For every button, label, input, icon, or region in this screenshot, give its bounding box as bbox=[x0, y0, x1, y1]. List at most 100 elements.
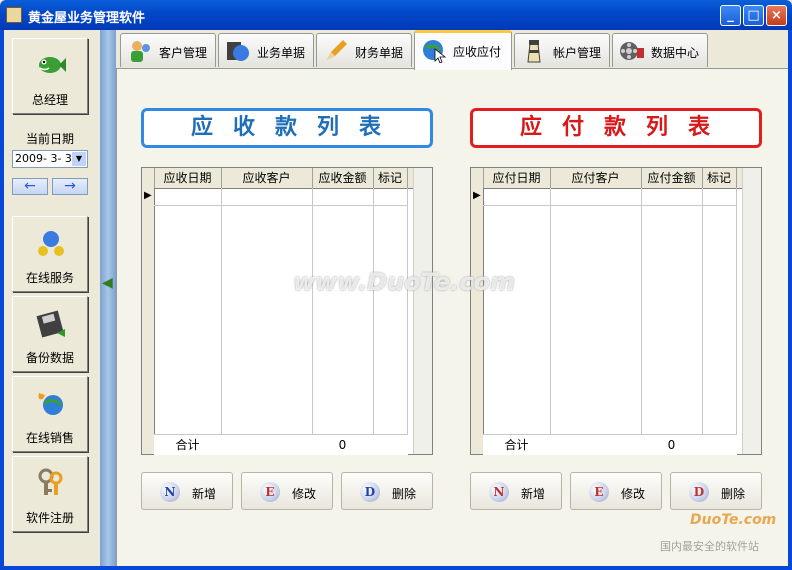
panel-splitter[interactable] bbox=[100, 30, 116, 566]
column-header[interactable]: 标记 bbox=[702, 168, 737, 188]
column-header[interactable]: 应付金额 bbox=[641, 168, 703, 188]
sidebar-item-online-service[interactable]: 在线服务 bbox=[12, 216, 88, 292]
column-header[interactable]: 应收金额 bbox=[312, 168, 374, 188]
receivable-grid[interactable]: 应收日期 应收客户 应收金额 标记 ▶ 合计 0 bbox=[141, 167, 433, 455]
grid-line bbox=[641, 188, 642, 454]
app-icon bbox=[6, 7, 22, 23]
previous-day-button[interactable]: ← bbox=[12, 178, 48, 195]
sidebar-item-label: 备份数据 bbox=[25, 351, 74, 365]
close-button[interactable]: × bbox=[766, 5, 787, 26]
date-label: 当前日期 bbox=[25, 132, 74, 146]
watermark: www.DuoTe.com bbox=[293, 268, 515, 296]
arrow-right-icon: → bbox=[64, 178, 76, 194]
column-header[interactable]: 应付客户 bbox=[550, 168, 642, 188]
column-header[interactable]: 应收日期 bbox=[154, 168, 222, 188]
floppy-disk-icon bbox=[36, 310, 65, 338]
tab-finance-documents[interactable]: 财务单据 bbox=[316, 33, 412, 67]
close-icon: × bbox=[771, 8, 782, 23]
receivable-edit-button[interactable]: E 修改 bbox=[241, 472, 333, 510]
grid-line bbox=[312, 188, 313, 454]
tab-data-center[interactable]: 数据中心 bbox=[612, 33, 708, 67]
delete-letter-icon: D bbox=[360, 482, 380, 502]
row-indicator-column bbox=[471, 188, 484, 454]
grid-scroll-area bbox=[742, 168, 761, 454]
maximize-button[interactable]: □ bbox=[743, 5, 764, 26]
column-header[interactable]: 应付日期 bbox=[483, 168, 551, 188]
online-service-icon bbox=[38, 231, 64, 256]
grid-line bbox=[373, 188, 374, 454]
receivable-add-button[interactable]: N 新增 bbox=[141, 472, 233, 510]
edit-letter-icon: E bbox=[589, 482, 609, 502]
button-label: 新增 bbox=[521, 487, 546, 501]
minimize-button[interactable]: _ bbox=[720, 5, 741, 26]
corner-watermark-text: DuoTe.com bbox=[690, 512, 777, 528]
add-letter-icon: N bbox=[160, 482, 180, 502]
total-amount: 0 bbox=[667, 438, 676, 452]
grid-line bbox=[736, 188, 737, 454]
chevron-down-icon[interactable]: ▼ bbox=[72, 152, 86, 166]
table-row[interactable] bbox=[154, 205, 407, 206]
current-row-pointer-icon: ▶ bbox=[144, 190, 152, 201]
globe-book-icon bbox=[227, 42, 249, 61]
tab-business-documents[interactable]: 业务单据 bbox=[218, 33, 314, 67]
payable-list-title: 应付款列表 bbox=[470, 108, 762, 148]
film-reel-icon bbox=[620, 42, 644, 60]
maximize-icon: □ bbox=[747, 8, 760, 23]
sidebar-item-general-manager[interactable]: 总经理 bbox=[12, 38, 88, 114]
total-amount: 0 bbox=[338, 438, 347, 452]
keys-icon bbox=[38, 468, 63, 495]
corner-watermark: DuoTe.com 国内最安全的软件站 bbox=[660, 492, 788, 558]
fish-icon bbox=[39, 57, 66, 73]
tab-label: 客户管理 bbox=[159, 46, 208, 60]
grid-line bbox=[702, 188, 703, 454]
tab-label: 业务单据 bbox=[257, 46, 306, 60]
current-date-picker[interactable]: 2009- 3- 3 ▼ bbox=[12, 150, 88, 168]
tab-label: 财务单据 bbox=[355, 46, 404, 60]
row-indicator-column bbox=[142, 188, 155, 454]
tab-label: 数据中心 bbox=[651, 46, 700, 60]
grid-footer: 合计 0 bbox=[154, 434, 408, 455]
receivable-delete-button[interactable]: D 删除 bbox=[341, 472, 433, 510]
pencil-icon bbox=[327, 40, 347, 60]
column-header[interactable]: 应收客户 bbox=[221, 168, 313, 188]
sidebar-item-label: 在线服务 bbox=[25, 271, 74, 285]
edit-letter-icon: E bbox=[260, 482, 280, 502]
date-value: 2009- 3- 3 bbox=[15, 152, 72, 165]
payable-add-button[interactable]: N 新增 bbox=[470, 472, 562, 510]
grid-scroll-area bbox=[413, 168, 432, 454]
arrow-left-icon: ← bbox=[24, 178, 36, 194]
grid-line bbox=[407, 188, 408, 454]
grid-line bbox=[221, 188, 222, 454]
tab-account-management[interactable]: 帐户管理 bbox=[514, 33, 610, 67]
grid-header: 应付日期 应付客户 应付金额 标记 bbox=[471, 168, 761, 189]
payable-grid[interactable]: 应付日期 应付客户 应付金额 标记 ▶ 合计 0 bbox=[470, 167, 762, 455]
receivable-list-title: 应收款列表 bbox=[141, 108, 433, 148]
grid-footer: 合计 0 bbox=[483, 434, 737, 455]
collapse-arrow-icon[interactable]: ◀ bbox=[102, 276, 114, 290]
grid-header: 应收日期 应收客户 应收金额 标记 bbox=[142, 168, 432, 189]
current-row-pointer-icon: ▶ bbox=[473, 190, 481, 201]
window-frame-right bbox=[788, 30, 792, 570]
sidebar-item-label: 软件注册 bbox=[25, 511, 74, 525]
tab-customer-management[interactable]: 客户管理 bbox=[120, 33, 216, 67]
button-label: 修改 bbox=[621, 487, 646, 501]
total-label: 合计 bbox=[504, 438, 529, 452]
tab-label: 应收应付 bbox=[453, 45, 502, 59]
button-label: 新增 bbox=[192, 487, 217, 501]
button-label: 删除 bbox=[392, 487, 417, 501]
payable-edit-button[interactable]: E 修改 bbox=[570, 472, 662, 510]
next-day-button[interactable]: → bbox=[52, 178, 88, 195]
lighthouse-icon bbox=[527, 40, 541, 63]
sidebar-item-label: 在线销售 bbox=[25, 431, 74, 445]
sidebar-item-backup-data[interactable]: 备份数据 bbox=[12, 296, 88, 372]
total-label: 合计 bbox=[175, 438, 200, 452]
table-row[interactable] bbox=[483, 205, 736, 206]
tab-receivable-payable[interactable]: 应收应付 bbox=[414, 30, 512, 70]
sidebar-item-online-sales[interactable]: 在线销售 bbox=[12, 376, 88, 452]
column-header[interactable]: 标记 bbox=[373, 168, 408, 188]
grid-line bbox=[550, 188, 551, 454]
minimize-icon: _ bbox=[727, 8, 734, 23]
customer-icon bbox=[131, 41, 150, 62]
sidebar-item-software-registration[interactable]: 软件注册 bbox=[12, 456, 88, 532]
globe-cursor-icon bbox=[423, 40, 447, 63]
